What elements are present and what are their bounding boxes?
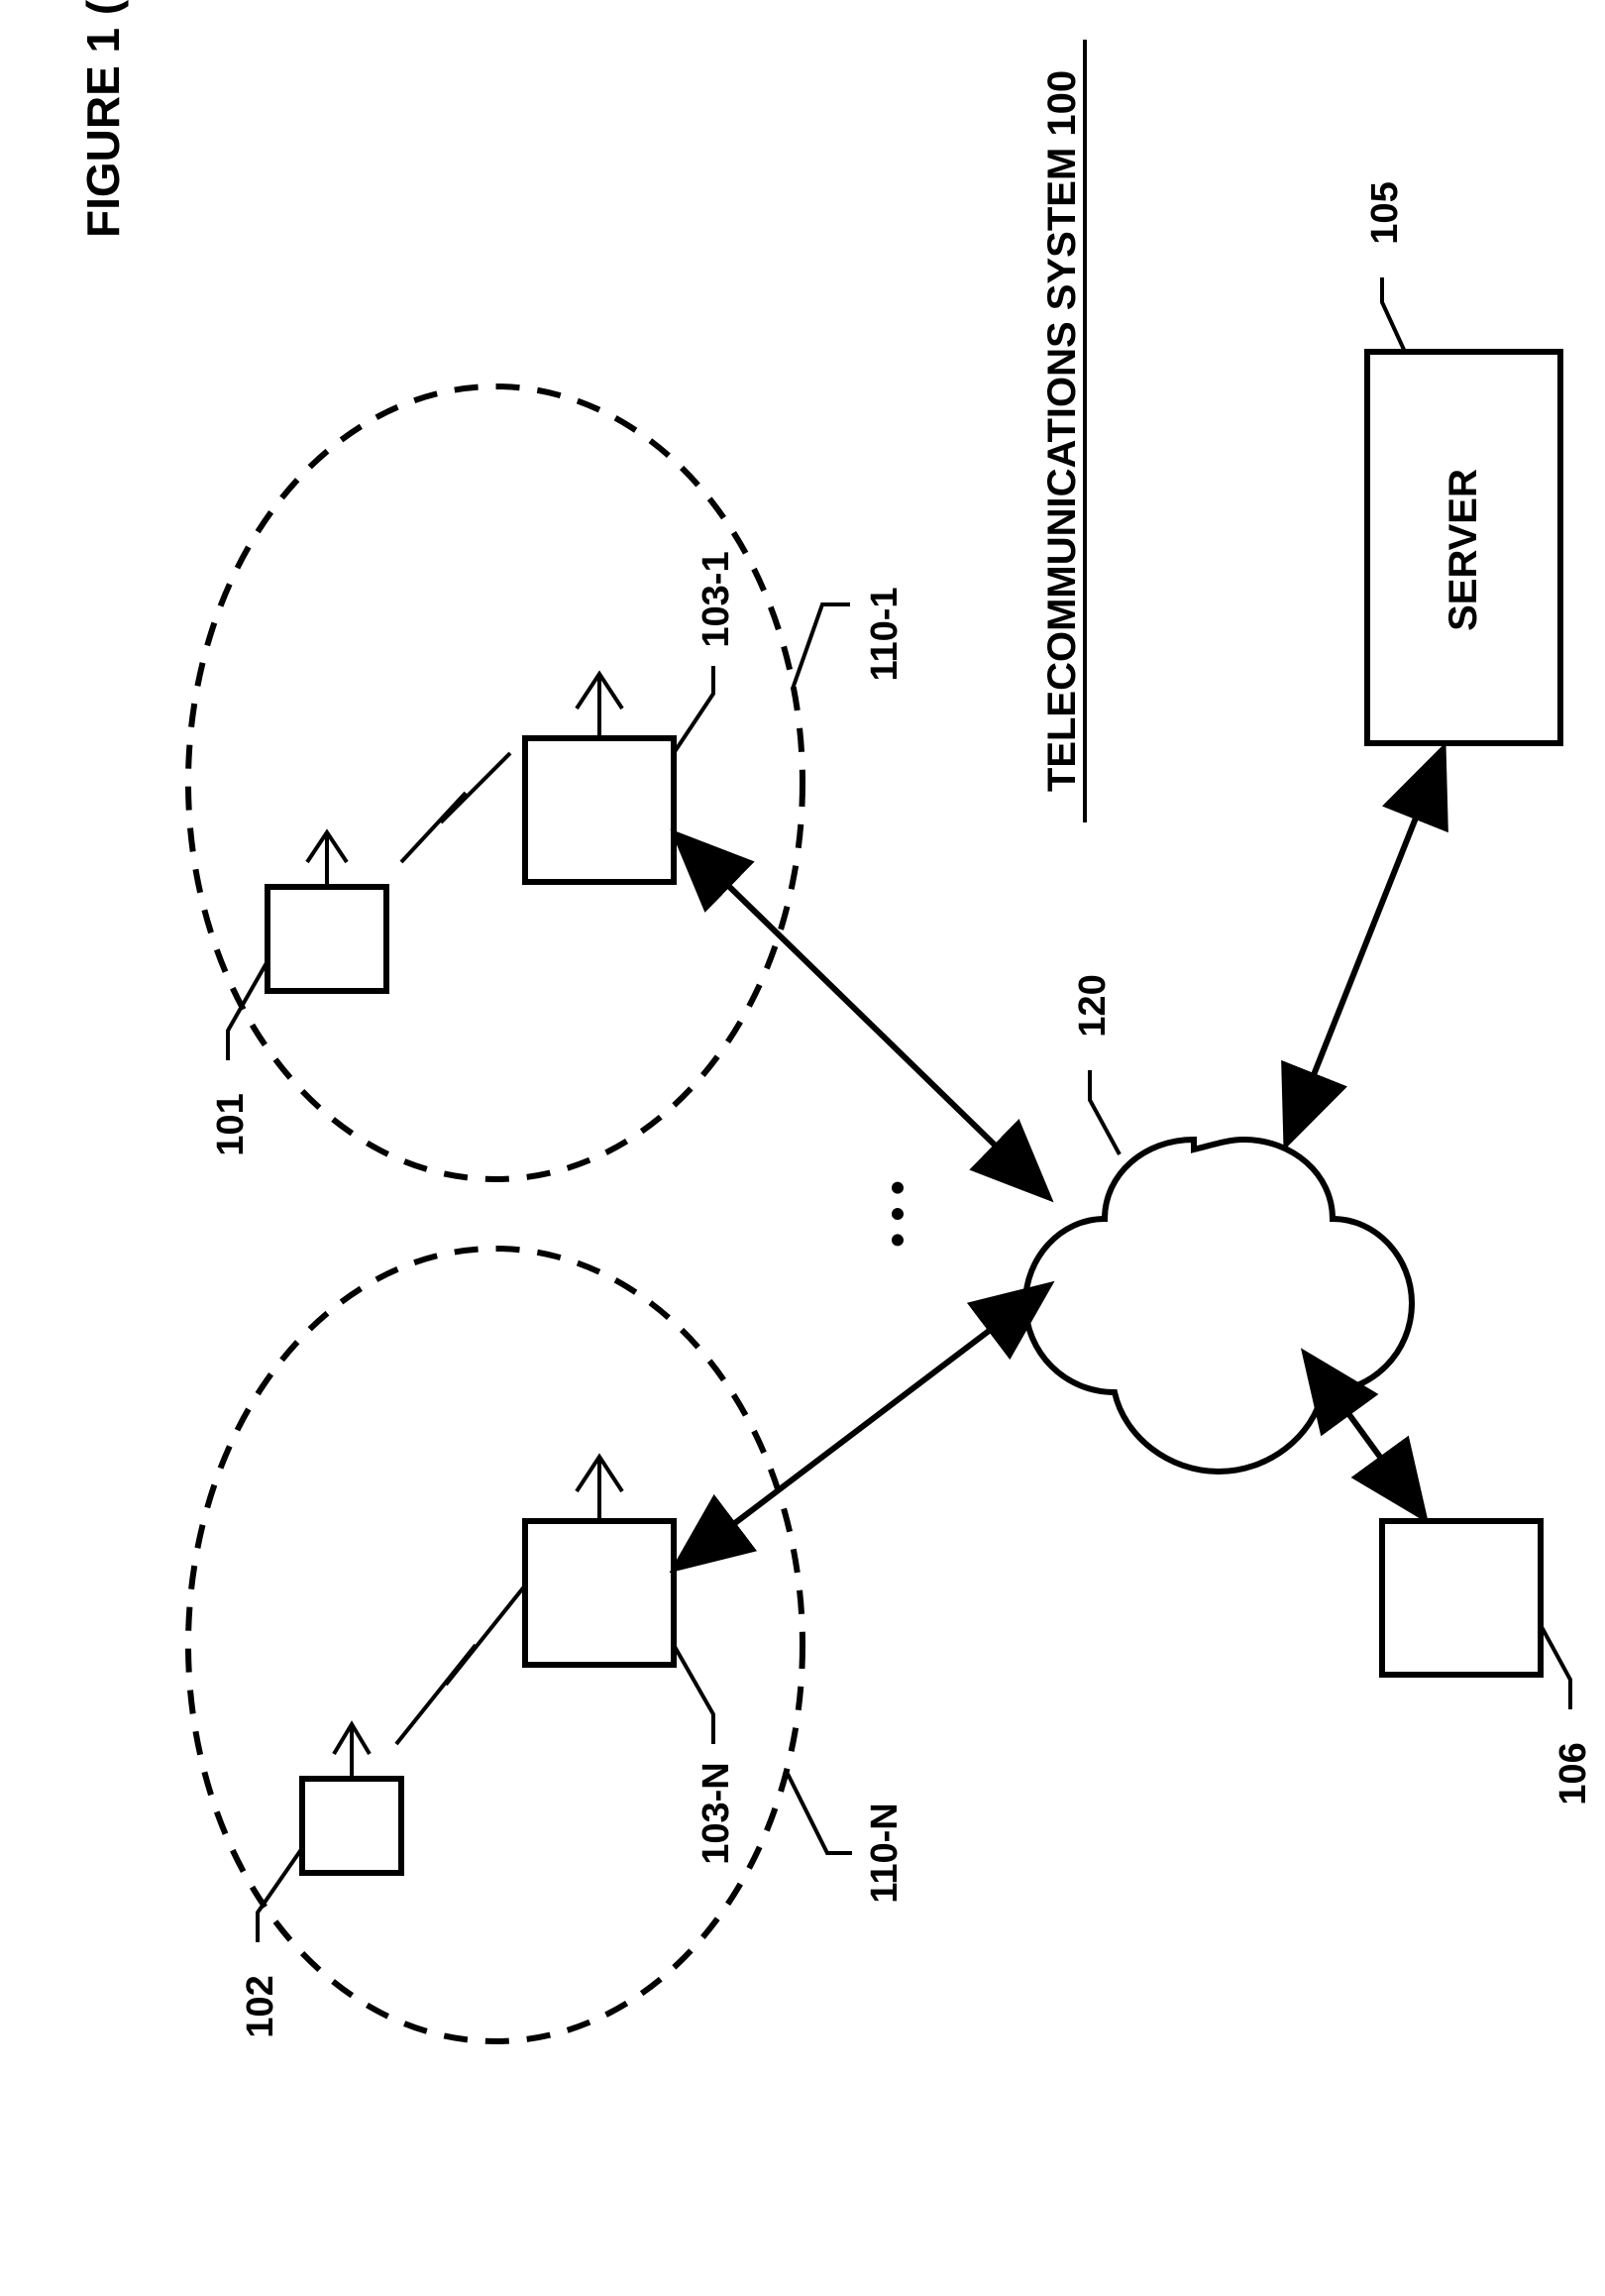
wireless-link-n [396, 1585, 525, 1744]
cell-110-n [188, 1249, 802, 2041]
label-120: 120 [1072, 974, 1114, 1037]
label-101: 101 [210, 1093, 252, 1155]
label-110-1: 110-1 [864, 587, 906, 681]
node-106: 106 [1382, 1521, 1594, 1805]
link-cloud-server [1288, 753, 1442, 1140]
label-102: 102 [240, 1975, 281, 2037]
link-103-n-cloud [679, 1288, 1045, 1566]
figure-label: FIGURE 1 (PRIOR ART) [77, 0, 129, 238]
wireless-link-1 [401, 753, 510, 862]
node-103-1: 103-1 [525, 551, 737, 882]
node-103-n: 103-N [525, 1457, 737, 1865]
server-label: SERVER [1442, 469, 1485, 631]
system-title: TELECOMMUNICATIONS SYSTEM 100 [1040, 70, 1084, 792]
label-103-n: 103-N [696, 1762, 737, 1865]
label-106: 106 [1552, 1742, 1594, 1804]
cloud-120: 120 [1025, 974, 1412, 1472]
node-102: 102 [240, 1724, 401, 2038]
server-105: SERVER 105 [1364, 181, 1560, 743]
ellipsis-dots: • • • [874, 1180, 920, 1247]
label-103-1: 103-1 [696, 551, 737, 647]
diagram-canvas: FIGURE 1 (PRIOR ART) TELECOMMUNICATIONS … [0, 0, 1605, 2296]
cell-110-1 [188, 386, 802, 1179]
link-103-1-cloud [679, 837, 1045, 1194]
label-110-n: 110-N [864, 1803, 906, 1903]
label-105: 105 [1364, 181, 1406, 244]
